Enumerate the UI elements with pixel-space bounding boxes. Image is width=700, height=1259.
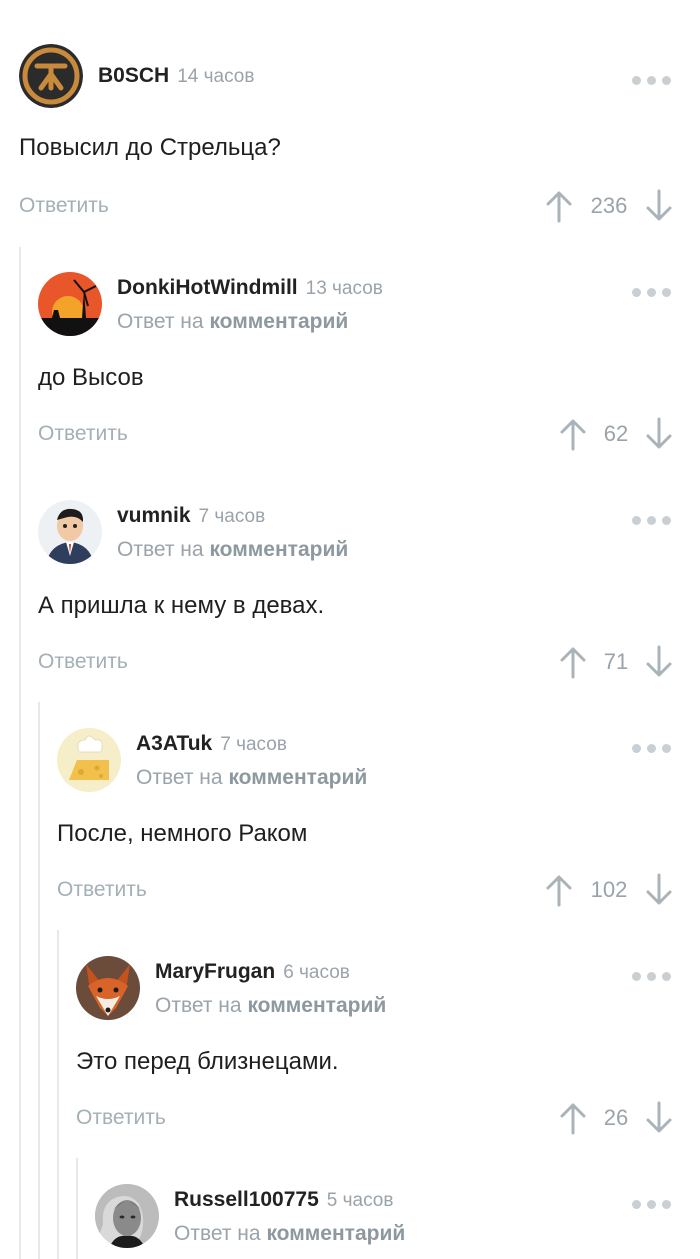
cartoon-man-icon — [38, 500, 102, 564]
timestamp: 14 часов — [177, 66, 255, 87]
vote-controls: 71 — [559, 645, 673, 679]
rating-count: 102 — [590, 877, 628, 902]
reply-button[interactable]: Ответить — [38, 650, 128, 674]
thread-line — [76, 1158, 78, 1259]
rating-count: 236 — [590, 193, 628, 218]
timestamp: 13 часов — [305, 278, 383, 299]
comment-text: Это перед близнецами. — [76, 1048, 339, 1075]
thread-line — [57, 930, 59, 1259]
vote-controls: 102 — [545, 873, 673, 907]
timestamp: 6 часов — [283, 962, 350, 983]
avatar[interactable] — [95, 1184, 159, 1248]
author-name[interactable]: B0SCH — [98, 64, 169, 87]
downvote-icon[interactable] — [645, 417, 673, 451]
reply-to-label: Ответ на комментарий — [136, 766, 368, 789]
cheese-chef-icon — [57, 728, 121, 792]
upvote-icon[interactable] — [559, 1101, 587, 1135]
vote-controls: 26 — [559, 1101, 673, 1135]
reply-to-label: Ответ на комментарий — [155, 994, 387, 1017]
downvote-icon[interactable] — [645, 873, 673, 907]
fox-icon — [76, 956, 140, 1020]
upvote-icon[interactable] — [559, 417, 587, 451]
more-options-icon[interactable] — [632, 968, 671, 985]
reply-to-link[interactable]: комментарий — [228, 766, 367, 789]
man-photo-icon — [95, 1184, 159, 1248]
windmill-icon — [38, 272, 102, 336]
rating-count: 71 — [603, 649, 629, 674]
reply-to-label: Ответ на комментарий — [117, 310, 349, 333]
bosch-logo-icon — [19, 44, 83, 108]
author-name[interactable]: MaryFrugan — [155, 960, 275, 983]
vote-controls: 236 — [545, 189, 673, 223]
reply-to-link[interactable]: комментарий — [266, 1222, 405, 1245]
thread-line — [38, 702, 40, 1259]
more-options-icon[interactable] — [632, 512, 671, 529]
more-options-icon[interactable] — [632, 284, 671, 301]
rating-count: 26 — [603, 1105, 629, 1130]
upvote-icon[interactable] — [545, 189, 573, 223]
reply-button[interactable]: Ответить — [57, 878, 147, 902]
reply-button[interactable]: Ответить — [38, 422, 128, 446]
reply-to-link[interactable]: комментарий — [209, 310, 348, 333]
author-name[interactable]: DonkiHotWindmill — [117, 276, 298, 299]
more-options-icon[interactable] — [632, 740, 671, 757]
avatar[interactable] — [38, 500, 102, 564]
avatar[interactable] — [57, 728, 121, 792]
thread-line — [19, 247, 21, 1259]
timestamp: 7 часов — [198, 506, 266, 527]
downvote-icon[interactable] — [645, 645, 673, 679]
vote-controls: 62 — [559, 417, 673, 451]
upvote-icon[interactable] — [559, 645, 587, 679]
author-name[interactable]: Russell100775 — [174, 1188, 319, 1211]
more-options-icon[interactable] — [632, 1196, 671, 1213]
upvote-icon[interactable] — [545, 873, 573, 907]
reply-to-label: Ответ на комментарий — [117, 538, 349, 561]
avatar[interactable] — [19, 44, 83, 108]
rating-count: 62 — [603, 421, 629, 446]
reply-button[interactable]: Ответить — [19, 194, 109, 218]
author-name[interactable]: vumnik — [117, 504, 191, 527]
comment-text: А пришла к нему в девах. — [38, 592, 325, 619]
comment-text: После, немного Раком — [57, 820, 308, 847]
reply-button[interactable]: Ответить — [76, 1106, 166, 1130]
downvote-icon[interactable] — [645, 189, 673, 223]
comment-text: до Высов — [38, 364, 144, 391]
comment-text: Повысил до Стрельца? — [19, 134, 281, 161]
reply-to-link[interactable]: комментарий — [209, 538, 348, 561]
timestamp: 7 часов — [220, 734, 287, 755]
author-name[interactable]: A3ATuk — [136, 732, 212, 755]
reply-to-label: Ответ на комментарий — [174, 1222, 406, 1245]
avatar[interactable] — [76, 956, 140, 1020]
timestamp: 5 часов — [326, 1190, 394, 1211]
reply-to-link[interactable]: комментарий — [247, 994, 386, 1017]
avatar[interactable] — [38, 272, 102, 336]
more-options-icon[interactable] — [632, 72, 671, 89]
downvote-icon[interactable] — [645, 1101, 673, 1135]
